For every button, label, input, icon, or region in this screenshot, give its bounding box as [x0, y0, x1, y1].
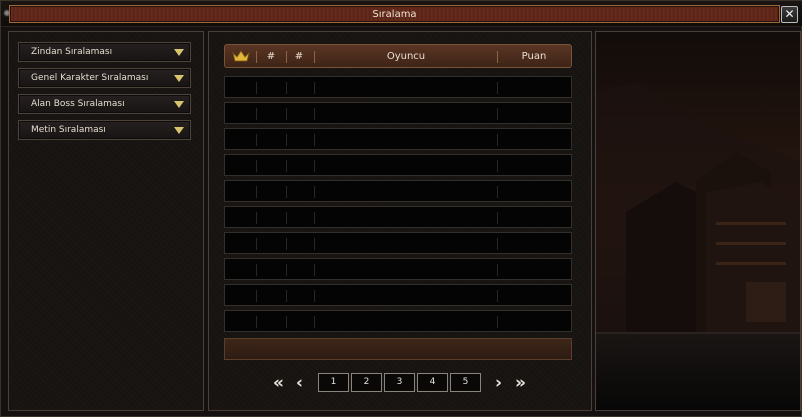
- dropdown-label: Alan Boss Sıralaması: [31, 99, 125, 109]
- dropdown-label: Metin Sıralaması: [31, 125, 106, 135]
- close-button[interactable]: ✕: [781, 6, 798, 23]
- row-separator: [256, 316, 257, 328]
- title-strip: Sıralama: [9, 5, 780, 23]
- ranking-table-panel: # # Oyuncu Puan « ‹ 1 2 3 4 5 › »: [208, 31, 592, 411]
- table-header: # # Oyuncu Puan: [224, 44, 572, 68]
- next-page-button[interactable]: ›: [495, 375, 502, 392]
- row-separator: [286, 134, 287, 146]
- row-separator: [314, 82, 315, 94]
- header-separator: [286, 51, 287, 63]
- chevron-down-icon: [174, 127, 184, 134]
- row-separator: [286, 264, 287, 276]
- row-separator: [314, 186, 315, 198]
- page-button-5[interactable]: 5: [450, 373, 481, 392]
- table-row[interactable]: [224, 180, 572, 202]
- row-separator: [286, 186, 287, 198]
- header-score: Puan: [521, 51, 547, 62]
- harbor-scene-illustration: [596, 32, 800, 410]
- row-separator: [314, 316, 315, 328]
- header-rank-a: #: [266, 51, 276, 62]
- chevron-down-icon: [174, 75, 184, 82]
- row-separator: [286, 82, 287, 94]
- row-separator: [286, 108, 287, 120]
- chevron-down-icon: [174, 101, 184, 108]
- row-separator: [314, 264, 315, 276]
- page-button-3[interactable]: 3: [384, 373, 415, 392]
- prev-page-button[interactable]: ‹: [296, 375, 303, 392]
- dropdown-general-character-ranking[interactable]: Genel Karakter Sıralaması: [18, 68, 191, 88]
- row-separator: [256, 134, 257, 146]
- table-row[interactable]: [224, 258, 572, 280]
- row-separator: [256, 160, 257, 172]
- dropdown-dungeon-ranking[interactable]: Zindan Sıralaması: [18, 42, 191, 62]
- row-separator: [256, 290, 257, 302]
- header-player: Oyuncu: [386, 51, 426, 62]
- last-page-button[interactable]: »: [515, 375, 526, 392]
- row-separator: [286, 212, 287, 224]
- row-separator: [497, 212, 498, 224]
- row-separator: [497, 264, 498, 276]
- table-row[interactable]: [224, 284, 572, 306]
- row-separator: [256, 212, 257, 224]
- dropdown-label: Zindan Sıralaması: [31, 47, 113, 57]
- page-button-1[interactable]: 1: [318, 373, 349, 392]
- row-separator: [497, 238, 498, 250]
- row-separator: [256, 82, 257, 94]
- row-separator: [256, 264, 257, 276]
- table-row[interactable]: [224, 128, 572, 150]
- row-separator: [497, 160, 498, 172]
- row-separator: [314, 108, 315, 120]
- row-separator: [314, 160, 315, 172]
- dropdown-metin-ranking[interactable]: Metin Sıralaması: [18, 120, 191, 140]
- row-separator: [256, 108, 257, 120]
- category-panel: Zindan Sıralaması Genel Karakter Sıralam…: [8, 31, 204, 411]
- close-icon: ✕: [784, 7, 795, 21]
- page-button-4[interactable]: 4: [417, 373, 448, 392]
- scene-image: [596, 32, 800, 410]
- row-separator: [314, 290, 315, 302]
- chevron-down-icon: [174, 49, 184, 56]
- row-separator: [286, 160, 287, 172]
- row-separator: [497, 186, 498, 198]
- row-separator: [497, 82, 498, 94]
- row-separator: [286, 316, 287, 328]
- row-separator: [497, 108, 498, 120]
- title-bar[interactable]: Sıralama ✕: [1, 1, 802, 27]
- table-row[interactable]: [224, 154, 572, 176]
- own-rank-bar: [224, 338, 572, 360]
- row-separator: [286, 290, 287, 302]
- table-row[interactable]: [224, 76, 572, 98]
- crown-icon: [232, 50, 250, 62]
- row-separator: [256, 186, 257, 198]
- dropdown-area-boss-ranking[interactable]: Alan Boss Sıralaması: [18, 94, 191, 114]
- window-title: Sıralama: [372, 9, 417, 20]
- row-separator: [314, 212, 315, 224]
- table-row[interactable]: [224, 102, 572, 124]
- header-separator: [256, 51, 257, 63]
- scene-panel: [595, 31, 801, 411]
- table-row[interactable]: [224, 310, 572, 332]
- page-button-2[interactable]: 2: [351, 373, 382, 392]
- row-separator: [497, 316, 498, 328]
- row-separator: [314, 134, 315, 146]
- row-separator: [497, 134, 498, 146]
- first-page-button[interactable]: «: [273, 375, 284, 392]
- row-separator: [314, 238, 315, 250]
- table-row[interactable]: [224, 232, 572, 254]
- table-row[interactable]: [224, 206, 572, 228]
- row-separator: [256, 238, 257, 250]
- row-separator: [497, 290, 498, 302]
- ranking-window: Sıralama ✕ Zindan Sıralaması Genel Karak…: [0, 0, 802, 417]
- dropdown-label: Genel Karakter Sıralaması: [31, 73, 149, 83]
- header-rank-b: #: [294, 51, 304, 62]
- row-separator: [286, 238, 287, 250]
